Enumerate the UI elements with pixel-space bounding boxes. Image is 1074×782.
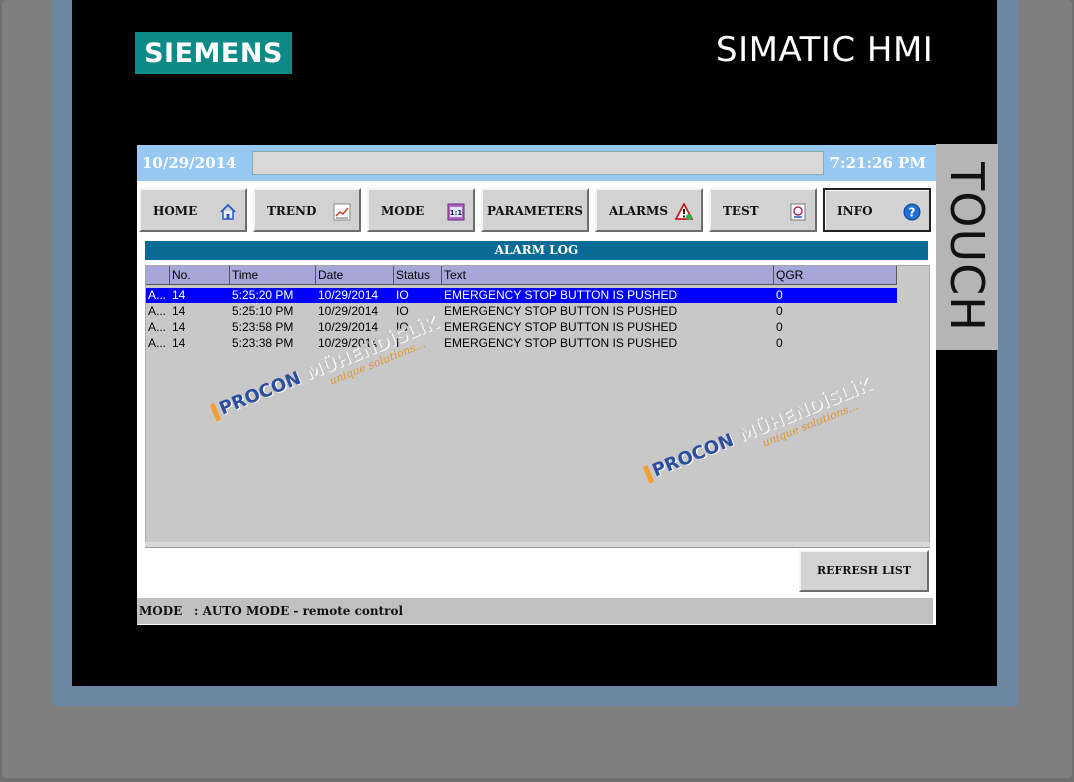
cell-status: IO	[396, 288, 409, 302]
cell-date: 10/29/2014	[318, 288, 379, 302]
status-bar: 10/29/2014 7:21:26 PM	[137, 145, 936, 181]
cell-date: 10/29/2014	[318, 320, 379, 334]
touch-label: TOUCH	[936, 144, 998, 350]
cell-date: 10/29/2014	[318, 336, 379, 350]
alarms-button[interactable]: ALARMS	[595, 188, 703, 232]
info-button[interactable]: INFO ?	[823, 188, 931, 232]
cell-text: EMERGENCY STOP BUTTON IS PUSHED	[444, 288, 678, 302]
test-button[interactable]: TEST	[709, 188, 817, 232]
cell-text: EMERGENCY STOP BUTTON IS PUSHED	[444, 320, 678, 334]
mode-icon: 1:1	[447, 203, 465, 221]
touch-text: TOUCH	[940, 162, 994, 332]
cell-date: 10/29/2014	[318, 304, 379, 318]
column-header-text[interactable]: Text	[442, 266, 774, 285]
cell-no: 14	[172, 336, 186, 350]
cell-qgr: 0	[776, 320, 783, 334]
cell-status: I	[396, 336, 400, 350]
cell-no: 14	[172, 320, 186, 334]
current-date: 10/29/2014	[142, 154, 237, 172]
table-row[interactable]: A... 14 5:25:20 PM 10/29/2014 IO EMERGENCY ST…	[146, 288, 897, 303]
cell-flag: A...	[148, 320, 167, 334]
mode-label: MODE	[381, 204, 425, 218]
cell-text: EMERGENCY STOP BUTTON IS PUSHED	[444, 304, 678, 318]
cell-no: 14	[172, 288, 186, 302]
info-label: INFO	[837, 204, 873, 218]
test-label: TEST	[723, 204, 759, 218]
table-row[interactable]: A... 14 5:25:10 PM 10/29/2014 IO EMERGENCY ST…	[146, 304, 897, 319]
cell-time: 5:25:10 PM	[232, 304, 294, 318]
cell-qgr: 0	[776, 288, 783, 302]
cell-time: 5:25:20 PM	[232, 288, 294, 302]
current-time: 7:21:26 PM	[829, 154, 926, 172]
refresh-list-button[interactable]: REFRESH LIST	[799, 550, 929, 592]
cell-flag: A...	[148, 336, 167, 350]
cell-flag: A...	[148, 288, 167, 302]
column-header-flag[interactable]	[146, 266, 170, 285]
cell-qgr: 0	[776, 304, 783, 318]
home-button[interactable]: HOME	[139, 188, 247, 232]
column-header-date[interactable]: Date	[316, 266, 394, 285]
cell-no: 14	[172, 304, 186, 318]
svg-text:?: ?	[909, 206, 916, 220]
cell-status: IO	[396, 304, 409, 318]
svg-text:1:1: 1:1	[450, 209, 463, 217]
column-header-time[interactable]: Time	[230, 266, 316, 285]
column-header-status[interactable]: Status	[394, 266, 442, 285]
alarms-label: ALARMS	[609, 204, 668, 218]
cell-time: 5:23:58 PM	[232, 320, 294, 334]
column-header-no[interactable]: No.	[170, 266, 230, 285]
hmi-screen: 10/29/2014 7:21:26 PM HOME TREND MODE 1:…	[137, 145, 936, 625]
cell-text: EMERGENCY STOP BUTTON IS PUSHED	[444, 336, 678, 350]
cell-status: IO	[396, 320, 409, 334]
table-row[interactable]: A... 14 5:23:38 PM 10/29/2014 I EMERGENCY STO…	[146, 336, 897, 351]
cell-qgr: 0	[776, 336, 783, 350]
parameters-label: PARAMETERS	[487, 204, 583, 218]
table-row[interactable]: A... 14 5:23:58 PM 10/29/2014 IO EMERGENCY ST…	[146, 320, 897, 335]
trend-icon	[333, 203, 351, 221]
message-field	[252, 151, 824, 175]
cell-flag: A...	[148, 304, 167, 318]
home-label: HOME	[153, 204, 198, 218]
info-icon: ?	[903, 203, 921, 221]
mode-key: MODE	[139, 604, 183, 618]
mode-button[interactable]: MODE 1:1	[367, 188, 475, 232]
cell-time: 5:23:38 PM	[232, 336, 294, 350]
table-scroll-area[interactable]	[145, 542, 930, 548]
trend-button[interactable]: TREND	[253, 188, 361, 232]
column-header-qgr[interactable]: QGR	[774, 266, 897, 285]
alarm-icon	[675, 203, 693, 220]
model-label: SIMATIC HMI	[716, 30, 934, 70]
alarm-log-title: ALARM LOG	[145, 241, 928, 260]
trend-label: TREND	[267, 204, 317, 218]
parameters-button[interactable]: PARAMETERS	[481, 188, 589, 232]
test-icon	[790, 203, 806, 221]
mode-value: : AUTO MODE - remote control	[194, 604, 404, 618]
mode-status-bar: MODE : AUTO MODE - remote control	[137, 598, 933, 624]
siemens-logo: SIEMENS	[135, 32, 292, 74]
home-icon	[220, 203, 236, 220]
alarm-table[interactable]: No. Time Date Status Text QGR A... 14 5:25…	[145, 265, 930, 543]
